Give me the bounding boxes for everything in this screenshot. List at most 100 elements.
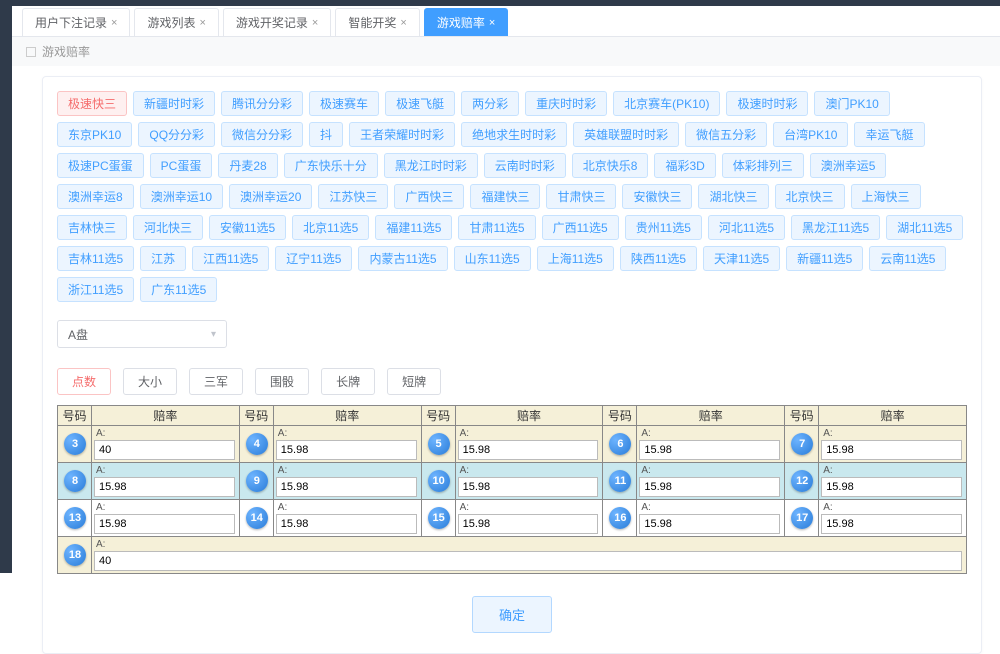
game-tag[interactable]: 甘肃11选5 — [458, 215, 535, 240]
game-tag[interactable]: 极速PC蛋蛋 — [57, 153, 144, 178]
rate-input[interactable] — [821, 514, 962, 534]
game-tag[interactable]: 微信分分彩 — [221, 122, 303, 147]
game-tag[interactable]: 河北快三 — [133, 215, 203, 240]
game-tag[interactable]: 吉林快三 — [57, 215, 127, 240]
tab-游戏列表[interactable]: 游戏列表× — [134, 8, 218, 36]
game-tag[interactable]: 北京快乐8 — [572, 153, 649, 178]
game-tag[interactable]: 广东快乐十分 — [284, 153, 378, 178]
game-tag[interactable]: 贵州11选5 — [625, 215, 702, 240]
sub-tab-三军[interactable]: 三军 — [189, 368, 243, 395]
rate-input[interactable] — [458, 440, 599, 460]
game-tag[interactable]: PC蛋蛋 — [150, 153, 213, 178]
sub-tab-围骰[interactable]: 围骰 — [255, 368, 309, 395]
game-tag[interactable]: 重庆时时彩 — [525, 91, 607, 116]
game-tag[interactable]: 广西11选5 — [542, 215, 619, 240]
game-tag[interactable]: QQ分分彩 — [138, 122, 215, 147]
game-tag[interactable]: 上海11选5 — [537, 246, 614, 271]
game-tag[interactable]: 极速飞艇 — [385, 91, 455, 116]
game-tag[interactable]: 江苏 — [140, 246, 186, 271]
sub-tab-短牌[interactable]: 短牌 — [387, 368, 441, 395]
rate-input[interactable] — [276, 477, 417, 497]
sub-tab-点数[interactable]: 点数 — [57, 368, 111, 395]
close-icon[interactable]: × — [199, 17, 205, 29]
game-tag[interactable]: 北京赛车(PK10) — [613, 91, 720, 116]
game-tag[interactable]: 云南11选5 — [869, 246, 946, 271]
game-tag[interactable]: 福建11选5 — [375, 215, 452, 240]
sub-tab-长牌[interactable]: 长牌 — [321, 368, 375, 395]
main-card: 极速快三新疆时时彩腾讯分分彩极速赛车极速飞艇两分彩重庆时时彩北京赛车(PK10)… — [42, 76, 982, 654]
rate-input[interactable] — [94, 551, 962, 571]
submit-button[interactable]: 确定 — [472, 596, 552, 633]
tab-用户下注记录[interactable]: 用户下注记录× — [22, 8, 130, 36]
game-tag[interactable]: 上海快三 — [851, 184, 921, 209]
game-tag[interactable]: 幸运飞艇 — [854, 122, 924, 147]
game-tag[interactable]: 澳洲幸运8 — [57, 184, 134, 209]
game-tag[interactable]: 英雄联盟时时彩 — [573, 122, 679, 147]
game-tag[interactable]: 澳洲幸运5 — [810, 153, 887, 178]
game-tag[interactable]: 河北11选5 — [708, 215, 785, 240]
game-tag[interactable]: 体彩排列三 — [722, 153, 804, 178]
game-tag[interactable]: 腾讯分分彩 — [221, 91, 303, 116]
game-tag[interactable]: 澳门PK10 — [814, 91, 889, 116]
rate-input[interactable] — [821, 477, 962, 497]
rate-input[interactable] — [639, 514, 780, 534]
game-tag[interactable]: 新疆时时彩 — [133, 91, 215, 116]
game-tag[interactable]: 吉林11选5 — [57, 246, 134, 271]
rate-input[interactable] — [94, 440, 235, 460]
game-tag[interactable]: 澳洲幸运20 — [229, 184, 312, 209]
game-tag[interactable]: 黑龙江时时彩 — [384, 153, 478, 178]
game-tag[interactable]: 江苏快三 — [318, 184, 388, 209]
rate-input[interactable] — [821, 440, 962, 460]
close-icon[interactable]: × — [400, 17, 406, 29]
plate-select[interactable]: A盘 ▾ — [57, 320, 227, 348]
game-tag[interactable]: 湖北11选5 — [886, 215, 963, 240]
rate-input[interactable] — [276, 440, 417, 460]
game-tag[interactable]: 湖北快三 — [698, 184, 768, 209]
game-tag[interactable]: 云南时时彩 — [484, 153, 566, 178]
game-tag[interactable]: 极速赛车 — [309, 91, 379, 116]
game-tag[interactable]: 黑龙江11选5 — [791, 215, 880, 240]
game-tag[interactable]: 福彩3D — [654, 153, 715, 178]
game-tag[interactable]: 江西11选5 — [192, 246, 269, 271]
close-icon[interactable]: × — [312, 17, 318, 29]
rate-input[interactable] — [94, 514, 235, 534]
game-tag[interactable]: 广东11选5 — [140, 277, 217, 302]
game-tag[interactable]: 极速快三 — [57, 91, 127, 116]
game-tag[interactable]: 内蒙古11选5 — [358, 246, 447, 271]
rate-input[interactable] — [458, 477, 599, 497]
tab-游戏赔率[interactable]: 游戏赔率× — [424, 8, 508, 36]
game-tag[interactable]: 天津11选5 — [703, 246, 780, 271]
game-tag[interactable]: 东京PK10 — [57, 122, 132, 147]
game-tag[interactable]: 微信五分彩 — [685, 122, 767, 147]
game-tag[interactable]: 广西快三 — [394, 184, 464, 209]
rate-input[interactable] — [639, 440, 780, 460]
game-tag[interactable]: 福建快三 — [470, 184, 540, 209]
game-tag[interactable]: 绝地求生时时彩 — [461, 122, 567, 147]
sub-tab-大小[interactable]: 大小 — [123, 368, 177, 395]
game-tag[interactable]: 极速时时彩 — [726, 91, 808, 116]
game-tag[interactable]: 甘肃快三 — [546, 184, 616, 209]
game-tag[interactable]: 澳洲幸运10 — [140, 184, 223, 209]
close-icon[interactable]: × — [111, 17, 117, 29]
game-tag[interactable]: 北京11选5 — [292, 215, 369, 240]
rate-input[interactable] — [639, 477, 780, 497]
tab-游戏开奖记录[interactable]: 游戏开奖记录× — [223, 8, 331, 36]
game-tag[interactable]: 山东11选5 — [454, 246, 531, 271]
game-tag[interactable]: 丹麦28 — [218, 153, 277, 178]
game-tag[interactable]: 浙江11选5 — [57, 277, 134, 302]
game-tag[interactable]: 新疆11选5 — [786, 246, 863, 271]
game-tag[interactable]: 北京快三 — [775, 184, 845, 209]
close-icon[interactable]: × — [489, 17, 495, 29]
game-tag[interactable]: 抖 — [309, 122, 343, 147]
game-tag[interactable]: 王者荣耀时时彩 — [349, 122, 455, 147]
game-tag[interactable]: 辽宁11选5 — [275, 246, 352, 271]
game-tag[interactable]: 安徽快三 — [622, 184, 692, 209]
tab-智能开奖[interactable]: 智能开奖× — [335, 8, 419, 36]
game-tag[interactable]: 两分彩 — [461, 91, 519, 116]
game-tag[interactable]: 台湾PK10 — [773, 122, 848, 147]
rate-input[interactable] — [94, 477, 235, 497]
rate-input[interactable] — [276, 514, 417, 534]
game-tag[interactable]: 陕西11选5 — [620, 246, 697, 271]
rate-input[interactable] — [458, 514, 599, 534]
game-tag[interactable]: 安徽11选5 — [209, 215, 286, 240]
